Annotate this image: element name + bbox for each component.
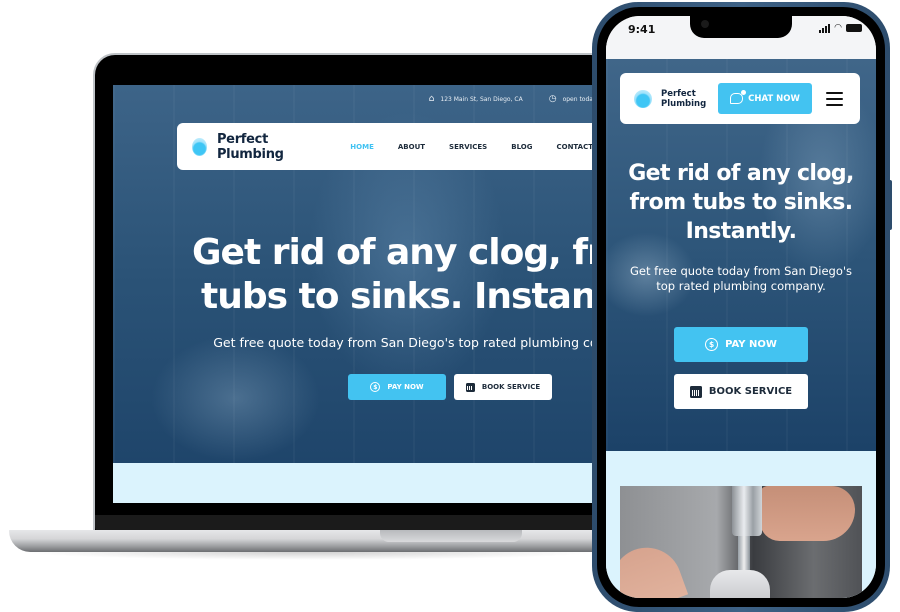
calendar-icon (689, 385, 702, 398)
chat-now-button[interactable]: CHAT NOW (718, 83, 812, 114)
mobile-hero-heading: Get rid of any clog, from tubs to sinks.… (606, 159, 876, 246)
laptop-screen: ⌂ 123 Main St, San Diego, CA ◷ open toda… (113, 85, 603, 503)
nav-services[interactable]: SERVICES (449, 143, 487, 151)
book-service-label: BOOK SERVICE (481, 383, 541, 391)
nav-blog[interactable]: BLOG (511, 143, 532, 151)
status-time: 9:41 (628, 23, 656, 36)
logo-icon[interactable] (192, 137, 207, 156)
mobile-pay-now-button[interactable]: $ PAY NOW (674, 327, 808, 362)
desktop-hero-subtitle: Get free quote today from San Diego's to… (213, 335, 603, 350)
dollar-coin-icon: $ (370, 382, 381, 392)
plumber-faucet-photo (620, 486, 862, 598)
book-service-button[interactable]: BOOK SERVICE (454, 374, 552, 400)
nav-contact[interactable]: CONTACT (556, 143, 593, 151)
mobile-header: Perfect Plumbing CHAT NOW (620, 73, 860, 124)
signal-icon (819, 23, 831, 33)
address-text: 123 Main St, San Diego, CA (440, 96, 523, 103)
subtitle-line: top rated plumbing company. (656, 279, 826, 293)
brand-name-line: Perfect (661, 88, 696, 99)
calendar-icon (465, 382, 475, 392)
mobile-hero-subtitle: Get free quote today from San Diego's to… (606, 264, 876, 294)
laptop-shadow (20, 552, 600, 560)
desktop-hero-heading: Get rid of any clog, from tubs to sinks.… (113, 231, 603, 319)
brand-logo[interactable]: Perfect Plumbing (661, 89, 715, 109)
brand-logo[interactable]: Perfect Plumbing (217, 132, 318, 162)
hero-heading-line: Get rid of any clog, (628, 161, 854, 186)
phone-side-button (888, 180, 892, 230)
hero-heading-line: tubs to sinks. Instantly. (201, 276, 603, 317)
logo-icon[interactable] (634, 89, 652, 108)
phone-screen: 9:41 ◠ Perfect Plumbing CHAT NOW Get rid… (606, 16, 876, 598)
pay-now-label: PAY NOW (387, 383, 424, 391)
mobile-next-section (606, 451, 876, 598)
chat-now-label: CHAT NOW (748, 93, 800, 104)
device-mockup: ⌂ 123 Main St, San Diego, CA ◷ open toda… (0, 0, 900, 612)
laptop-chin (95, 515, 613, 531)
camera-icon (701, 20, 709, 28)
nav-about[interactable]: ABOUT (398, 143, 425, 151)
brand-name-line: Plumbing (661, 98, 707, 109)
chat-bubble-icon (730, 90, 747, 104)
hero-heading-line: from tubs to sinks. (629, 190, 853, 215)
clock-icon: ◷ (548, 94, 557, 104)
desktop-navbar: Perfect Plumbing HOME ABOUT SERVICES BLO… (177, 123, 603, 170)
desktop-next-section (113, 463, 603, 503)
hero-heading-line: Get rid of any clog, from (191, 232, 603, 273)
book-service-label: BOOK SERVICE (708, 386, 793, 397)
laptop-opening-notch (380, 530, 522, 542)
map-icon: ⌂ (428, 94, 435, 104)
desktop-topbar: ⌂ 123 Main St, San Diego, CA ◷ open toda… (429, 95, 603, 104)
subtitle-line: Get free quote today from San Diego's (629, 264, 853, 278)
wifi-icon: ◠ (834, 23, 842, 33)
hamburger-menu-icon[interactable] (826, 91, 843, 106)
pay-now-button[interactable]: $ PAY NOW (348, 374, 446, 400)
dollar-coin-icon: $ (705, 338, 719, 351)
mobile-book-service-button[interactable]: BOOK SERVICE (674, 374, 808, 409)
nav-home[interactable]: HOME (350, 143, 374, 151)
hero-heading-line: Instantly. (685, 219, 797, 244)
pay-now-label: PAY NOW (725, 339, 777, 350)
battery-icon (846, 24, 862, 32)
mobile-hero: Perfect Plumbing CHAT NOW Get rid of any… (606, 59, 876, 451)
